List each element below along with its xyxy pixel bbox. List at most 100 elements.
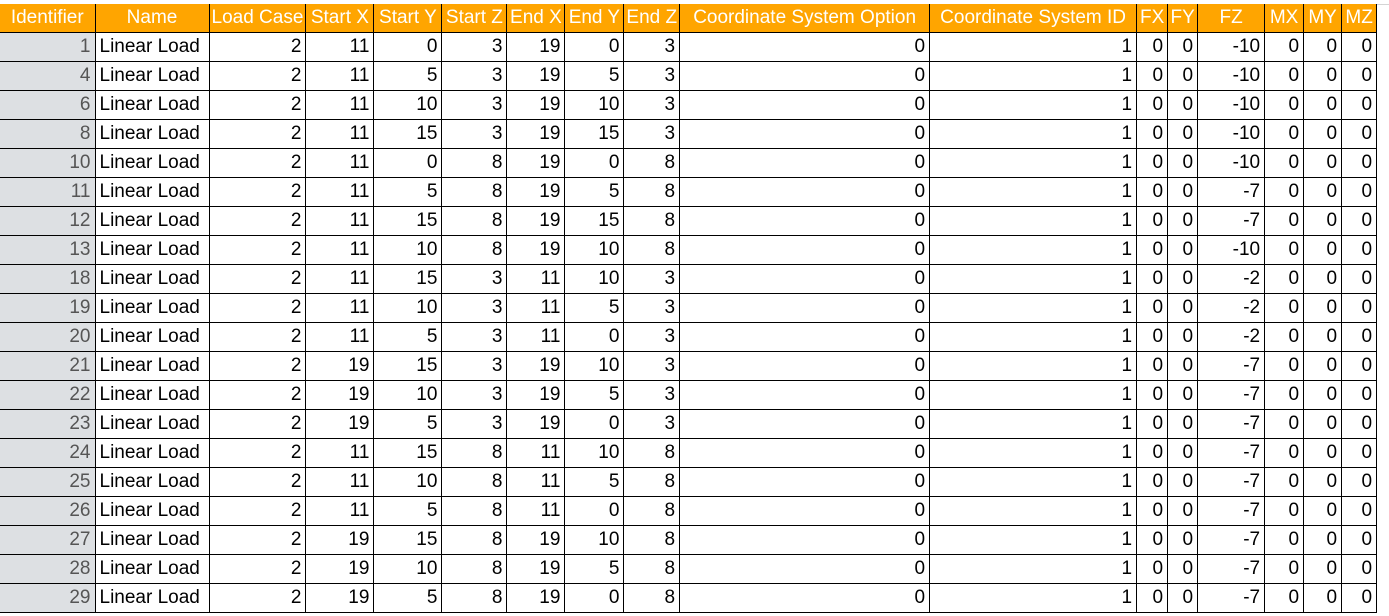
column-header-my[interactable]: MY xyxy=(1303,4,1343,33)
cell-fz[interactable]: -10 xyxy=(1197,119,1266,149)
cell-fy[interactable]: 0 xyxy=(1167,32,1199,62)
cell-coordinate-system-id[interactable]: 1 xyxy=(929,525,1138,555)
cell-load-case[interactable]: 2 xyxy=(208,351,307,381)
cell-end-x[interactable]: 11 xyxy=(506,496,566,526)
cell-end-z[interactable]: 3 xyxy=(623,351,681,381)
cell-start-y[interactable]: 15 xyxy=(373,264,443,294)
column-header-coordinate-system-id[interactable]: Coordinate System ID xyxy=(929,4,1138,33)
cell-coordinate-system-option[interactable]: 0 xyxy=(679,264,931,294)
cell-coordinate-system-id[interactable]: 1 xyxy=(929,119,1138,149)
cell-fy[interactable]: 0 xyxy=(1167,554,1199,584)
cell-fy[interactable]: 0 xyxy=(1167,90,1199,120)
cell-fz[interactable]: -2 xyxy=(1197,264,1266,294)
column-header-mx[interactable]: MX xyxy=(1264,4,1305,33)
cell-identifier[interactable]: 28 xyxy=(0,554,96,584)
cell-coordinate-system-option[interactable]: 0 xyxy=(679,409,931,439)
cell-start-y[interactable]: 5 xyxy=(373,496,443,526)
cell-name[interactable]: Linear Load xyxy=(94,583,210,613)
cell-start-x[interactable]: 11 xyxy=(305,438,375,468)
cell-mz[interactable]: 0 xyxy=(1341,438,1378,468)
cell-fy[interactable]: 0 xyxy=(1167,264,1199,294)
cell-coordinate-system-id[interactable]: 1 xyxy=(929,293,1138,323)
cell-fx[interactable]: 0 xyxy=(1136,177,1169,207)
cell-load-case[interactable]: 2 xyxy=(208,467,307,497)
cell-load-case[interactable]: 2 xyxy=(208,264,307,294)
cell-start-y[interactable]: 10 xyxy=(373,235,443,265)
cell-load-case[interactable]: 2 xyxy=(208,583,307,613)
cell-end-x[interactable]: 19 xyxy=(506,90,566,120)
cell-end-z[interactable]: 3 xyxy=(623,293,681,323)
cell-identifier[interactable]: 10 xyxy=(0,148,96,178)
cell-name[interactable]: Linear Load xyxy=(94,409,210,439)
cell-end-y[interactable]: 0 xyxy=(564,583,625,613)
cell-fy[interactable]: 0 xyxy=(1167,525,1199,555)
cell-identifier[interactable]: 19 xyxy=(0,293,96,323)
cell-fy[interactable]: 0 xyxy=(1167,235,1199,265)
cell-fy[interactable]: 0 xyxy=(1167,380,1199,410)
cell-start-z[interactable]: 8 xyxy=(441,496,508,526)
cell-my[interactable]: 0 xyxy=(1303,293,1343,323)
cell-coordinate-system-option[interactable]: 0 xyxy=(679,148,931,178)
cell-coordinate-system-option[interactable]: 0 xyxy=(679,61,931,91)
cell-coordinate-system-option[interactable]: 0 xyxy=(679,90,931,120)
cell-fx[interactable]: 0 xyxy=(1136,293,1169,323)
cell-coordinate-system-option[interactable]: 0 xyxy=(679,293,931,323)
cell-start-y[interactable]: 15 xyxy=(373,438,443,468)
cell-coordinate-system-option[interactable]: 0 xyxy=(679,496,931,526)
cell-fz[interactable]: -10 xyxy=(1197,61,1266,91)
cell-coordinate-system-option[interactable]: 0 xyxy=(679,119,931,149)
cell-load-case[interactable]: 2 xyxy=(208,119,307,149)
cell-start-z[interactable]: 3 xyxy=(441,293,508,323)
cell-fz[interactable]: -7 xyxy=(1197,496,1266,526)
cell-my[interactable]: 0 xyxy=(1303,438,1343,468)
cell-fz[interactable]: -7 xyxy=(1197,467,1266,497)
cell-end-y[interactable]: 5 xyxy=(564,554,625,584)
cell-load-case[interactable]: 2 xyxy=(208,322,307,352)
cell-mz[interactable]: 0 xyxy=(1341,322,1378,352)
cell-start-x[interactable]: 11 xyxy=(305,322,375,352)
cell-my[interactable]: 0 xyxy=(1303,496,1343,526)
cell-identifier[interactable]: 22 xyxy=(0,380,96,410)
cell-mx[interactable]: 0 xyxy=(1264,148,1305,178)
cell-mz[interactable]: 0 xyxy=(1341,351,1378,381)
cell-fy[interactable]: 0 xyxy=(1167,583,1199,613)
cell-mx[interactable]: 0 xyxy=(1264,525,1305,555)
cell-end-z[interactable]: 8 xyxy=(623,206,681,236)
cell-end-y[interactable]: 5 xyxy=(564,61,625,91)
column-header-start-x[interactable]: Start X xyxy=(305,4,375,33)
cell-start-z[interactable]: 3 xyxy=(441,322,508,352)
cell-end-y[interactable]: 5 xyxy=(564,380,625,410)
cell-coordinate-system-option[interactable]: 0 xyxy=(679,322,931,352)
cell-start-y[interactable]: 5 xyxy=(373,177,443,207)
cell-fz[interactable]: -10 xyxy=(1197,90,1266,120)
cell-fz[interactable]: -2 xyxy=(1197,322,1266,352)
cell-fx[interactable]: 0 xyxy=(1136,235,1169,265)
cell-coordinate-system-id[interactable]: 1 xyxy=(929,496,1138,526)
cell-end-y[interactable]: 10 xyxy=(564,90,625,120)
cell-fx[interactable]: 0 xyxy=(1136,351,1169,381)
cell-mx[interactable]: 0 xyxy=(1264,235,1305,265)
cell-start-y[interactable]: 10 xyxy=(373,90,443,120)
cell-end-z[interactable]: 8 xyxy=(623,467,681,497)
cell-end-y[interactable]: 10 xyxy=(564,264,625,294)
cell-end-x[interactable]: 19 xyxy=(506,554,566,584)
column-header-start-y[interactable]: Start Y xyxy=(373,4,443,33)
cell-coordinate-system-id[interactable]: 1 xyxy=(929,554,1138,584)
cell-end-x[interactable]: 19 xyxy=(506,32,566,62)
cell-fz[interactable]: -7 xyxy=(1197,380,1266,410)
column-header-mz[interactable]: MZ xyxy=(1341,4,1378,33)
cell-fy[interactable]: 0 xyxy=(1167,351,1199,381)
cell-end-x[interactable]: 19 xyxy=(506,525,566,555)
cell-start-z[interactable]: 3 xyxy=(441,380,508,410)
cell-start-x[interactable]: 19 xyxy=(305,380,375,410)
cell-fx[interactable]: 0 xyxy=(1136,467,1169,497)
cell-mx[interactable]: 0 xyxy=(1264,467,1305,497)
cell-fy[interactable]: 0 xyxy=(1167,467,1199,497)
cell-fz[interactable]: -10 xyxy=(1197,235,1266,265)
cell-start-x[interactable]: 19 xyxy=(305,525,375,555)
cell-fz[interactable]: -7 xyxy=(1197,525,1266,555)
cell-name[interactable]: Linear Load xyxy=(94,264,210,294)
cell-identifier[interactable]: 11 xyxy=(0,177,96,207)
cell-end-x[interactable]: 19 xyxy=(506,119,566,149)
cell-start-y[interactable]: 5 xyxy=(373,322,443,352)
